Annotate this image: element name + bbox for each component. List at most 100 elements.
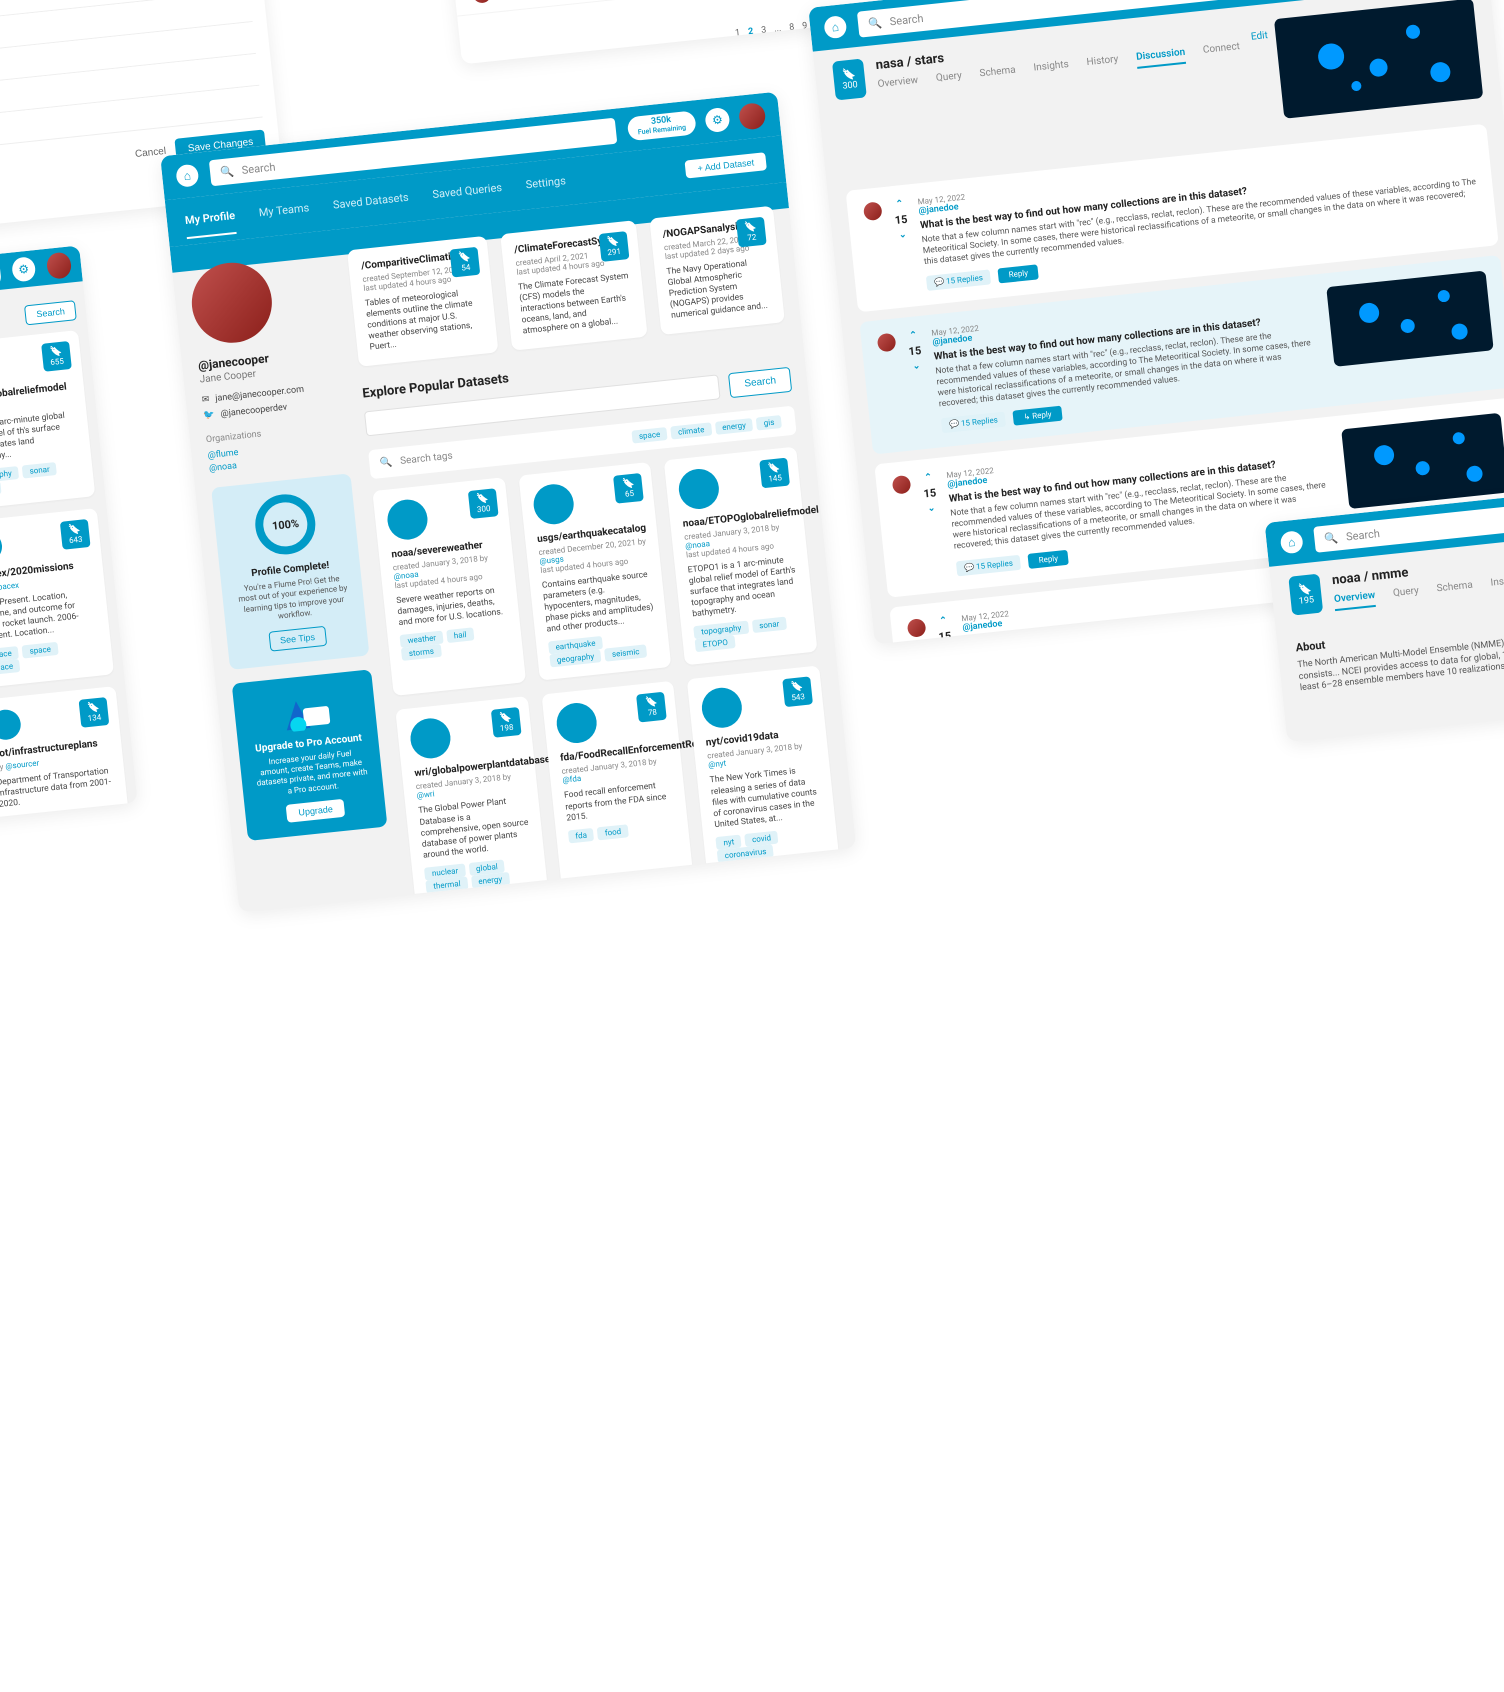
see-tips-button[interactable]: See Tips <box>268 625 327 651</box>
tag-chip[interactable]: storms <box>401 644 441 661</box>
bookmark-badge[interactable]: 134 <box>79 697 110 728</box>
tag-chip[interactable]: sonar <box>22 462 57 479</box>
tab-query[interactable]: Query <box>935 70 963 90</box>
tab-schema[interactable]: Schema <box>979 64 1017 85</box>
bookmark-badge[interactable]: 543 <box>782 677 813 708</box>
bookmark-badge[interactable]: 195 <box>1288 574 1323 616</box>
tab-saved datasets[interactable]: Saved Datasets <box>331 181 410 224</box>
tab-overview[interactable]: Overview <box>1333 589 1376 610</box>
page-link[interactable]: 8 <box>789 22 795 32</box>
tag-chip[interactable]: sonar <box>752 617 787 634</box>
tag-chip[interactable]: food <box>597 824 629 840</box>
upvote-icon[interactable]: ⌃ <box>909 330 918 341</box>
tag-chip[interactable]: gis <box>756 415 782 430</box>
bookmark-badge[interactable]: 54 <box>450 247 481 278</box>
replies-chip[interactable]: 💬 15 Replies <box>940 412 1006 434</box>
bookmark-badge[interactable]: 65 <box>613 473 644 504</box>
pinned-card[interactable]: 72 /NOGAPSanalysisdatacreated March 22, … <box>649 206 785 336</box>
add-dataset-button[interactable]: + Add Dataset <box>685 152 767 178</box>
upvote-icon[interactable]: ⌃ <box>895 199 904 210</box>
tab-settings[interactable]: Settings <box>524 164 568 203</box>
page-link[interactable]: ... <box>774 24 782 35</box>
vote-control[interactable]: ⌃ 15 ⌄ <box>922 473 946 579</box>
settings-icon[interactable]: ⚙ <box>11 256 36 282</box>
tag-chip[interactable]: seismic <box>604 645 647 662</box>
bookmark-badge[interactable]: 300 <box>468 488 499 519</box>
search-button[interactable]: Search <box>24 300 76 325</box>
dataset-card[interactable]: 643 spacex/2020missions by @spacex 2006-… <box>0 508 114 689</box>
page-link[interactable]: 9 <box>802 21 808 31</box>
replies-chip[interactable]: 💬 15 Replies <box>926 269 992 291</box>
tab-insights[interactable]: Insights <box>1490 574 1504 595</box>
dataset-card[interactable]: 134 dot/infrastructureplans by @sourcer … <box>0 686 132 819</box>
bookmark-badge[interactable]: 78 <box>637 692 668 723</box>
tag-chip[interactable]: energy <box>715 418 754 435</box>
tab-my teams[interactable]: My Teams <box>257 191 311 231</box>
tab-query[interactable]: Query <box>1392 585 1420 605</box>
pinned-card[interactable]: 291 /ClimateForecastSystemcreated April … <box>501 220 648 351</box>
bookmark-badge[interactable]: 300 <box>832 58 867 100</box>
tab-schema[interactable]: Schema <box>1436 579 1474 600</box>
search-button[interactable]: Search <box>728 367 792 398</box>
dataset-card[interactable]: 65 usgs/earthquakecatalog created Decemb… <box>518 462 671 681</box>
reply-button[interactable]: ↳ Reply <box>1013 406 1062 426</box>
tag-chip[interactable]: space <box>22 642 59 659</box>
tag-chip[interactable]: space <box>0 659 21 676</box>
dataset-card[interactable]: 655 ETOPOglobalreliefmodel by @noaa PO1 … <box>0 330 95 511</box>
logo-icon[interactable]: ⌂ <box>175 164 199 188</box>
load-more-button[interactable]: Load More <box>594 894 669 912</box>
reply-button[interactable]: Reply <box>998 265 1039 284</box>
logo-icon[interactable]: ⌂ <box>823 15 847 39</box>
upvote-icon[interactable]: ⌃ <box>939 615 948 626</box>
page-link[interactable]: 1 <box>735 28 741 38</box>
bookmark-badge[interactable]: 643 <box>60 519 91 550</box>
upvote-icon[interactable]: ⌃ <box>924 473 933 484</box>
tab-my profile[interactable]: My Profile <box>183 199 237 239</box>
settings-icon[interactable]: ⚙ <box>704 107 730 133</box>
tab-connect[interactable]: Connect <box>1202 41 1241 62</box>
page-link[interactable]: 2 <box>748 27 754 37</box>
logo-icon[interactable]: ⌂ <box>1280 530 1304 554</box>
bookmark-badge[interactable]: 198 <box>491 707 522 738</box>
vote-control[interactable]: ⌃ 15 ⌄ <box>936 615 958 644</box>
tag-chip[interactable]: hail <box>446 628 474 644</box>
tab-insights[interactable]: Insights <box>1033 59 1070 80</box>
pinned-card[interactable]: 54 /ComparitiveClimaticDatacreated Septe… <box>347 236 498 367</box>
vote-control[interactable]: ⌃ 15 ⌄ <box>907 330 931 436</box>
bookmark-badge[interactable]: 655 <box>41 341 72 372</box>
bookmark-badge[interactable]: 145 <box>759 458 790 489</box>
tag-chip[interactable]: fda <box>568 827 595 843</box>
dataset-card[interactable]: 145 noaa/ETOPOglobalreliefmodel created … <box>664 447 817 666</box>
search-icon: 🔍 <box>379 457 393 469</box>
avatar[interactable] <box>738 102 767 131</box>
upgrade-button[interactable]: Upgrade <box>286 799 346 823</box>
avatar[interactable] <box>45 251 72 279</box>
dataset-card[interactable]: 543 nyt/covid19data created January 3, 2… <box>687 666 839 876</box>
tag-chip[interactable]: topography <box>0 466 19 485</box>
tab-overview[interactable]: Overview <box>877 74 919 95</box>
vote-control[interactable]: ⌃ 15 ⌄ <box>893 199 915 294</box>
dataset-card[interactable]: 78 fda/FoodRecallEnforcementReports crea… <box>541 681 693 891</box>
downvote-icon[interactable]: ⌄ <box>927 504 936 515</box>
tag-chip[interactable]: space <box>631 427 668 444</box>
tag-chip[interactable]: climate <box>671 423 712 440</box>
tag-chip[interactable]: transit <box>30 810 68 819</box>
dataset-card[interactable]: 198 wri/globalpowerplantdatabase created… <box>396 696 548 906</box>
tab-saved queries[interactable]: Saved Queries <box>431 171 504 213</box>
tag-chip[interactable]: energy <box>471 872 510 889</box>
page-link[interactable]: 3 <box>761 25 767 35</box>
dataset-card[interactable]: 300 noaa/severeweather created January 3… <box>373 477 526 696</box>
replies-chip[interactable]: 💬 15 Replies <box>955 554 1021 576</box>
tag-chip[interactable]: dot <box>0 815 27 819</box>
bookmark-badge[interactable]: 72 <box>736 217 767 248</box>
edit-link[interactable]: Edit <box>1250 30 1268 43</box>
downvote-icon[interactable]: ⌄ <box>899 230 908 241</box>
tab-history[interactable]: History <box>1086 53 1119 73</box>
tag-chip[interactable]: ETOPO <box>695 636 735 653</box>
profile-panel: ⌂ 🔍 Search 350kFuel Remaining ⚙ My Profi… <box>160 92 856 913</box>
tab-discussion[interactable]: Discussion <box>1136 46 1187 68</box>
reply-button[interactable]: Reply <box>1028 549 1069 568</box>
tag-chip[interactable]: space <box>0 481 2 498</box>
bookmark-badge[interactable]: 291 <box>598 231 629 262</box>
downvote-icon[interactable]: ⌄ <box>912 361 921 372</box>
